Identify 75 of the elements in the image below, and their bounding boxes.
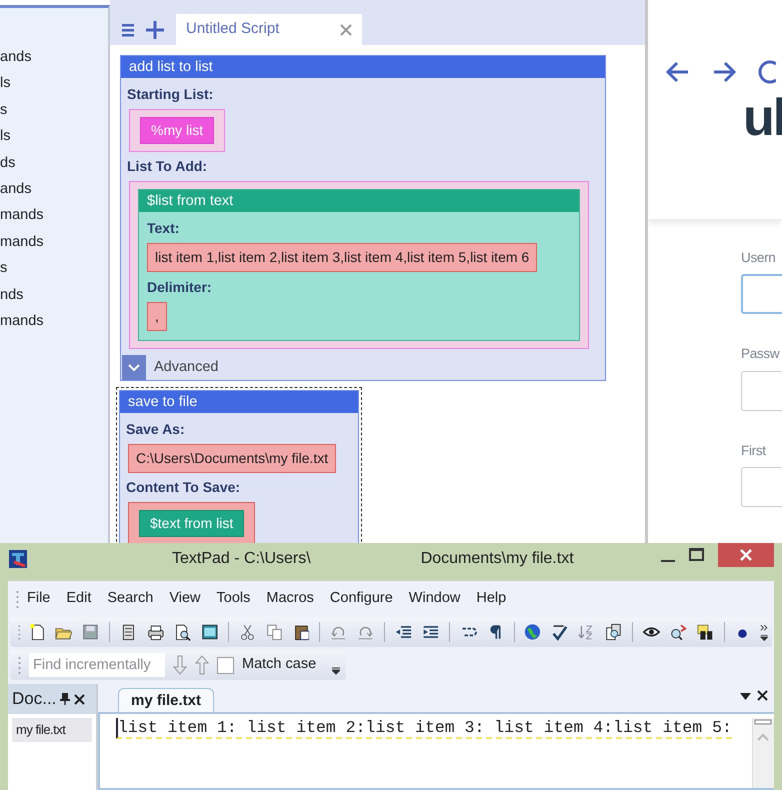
block-header: add list to list bbox=[121, 56, 605, 78]
menu-item[interactable]: Edit bbox=[58, 588, 100, 610]
file-tab[interactable]: my file.txt bbox=[118, 688, 214, 712]
checkbox-label[interactable]: Match case bbox=[242, 654, 316, 676]
sidebar-item[interactable]: ls bbox=[0, 70, 108, 97]
menu-item[interactable]: Search bbox=[99, 588, 162, 610]
block-header: $list from text bbox=[139, 190, 579, 212]
menu-item[interactable]: Macros bbox=[258, 588, 322, 610]
window-title: TextPad - C:\Users\ bbox=[172, 549, 311, 569]
sidebar-item[interactable]: nds bbox=[0, 282, 108, 308]
block-header: save to file bbox=[120, 391, 358, 413]
spellcheck-icon[interactable] bbox=[551, 622, 568, 642]
parameter-label: Save As: bbox=[126, 420, 186, 439]
sidebar-item[interactable]: mands bbox=[0, 228, 108, 256]
sidebar-item[interactable]: mands bbox=[0, 308, 108, 334]
sidebar-item[interactable]: s bbox=[0, 255, 108, 282]
document-item[interactable]: my file.txt bbox=[12, 718, 92, 742]
menu-item[interactable]: Help bbox=[468, 588, 514, 610]
panel-title: Doc... bbox=[12, 688, 56, 710]
sidebar-item[interactable]: ands bbox=[0, 176, 108, 202]
field-label: First bbox=[741, 442, 767, 460]
menu-item[interactable]: Tools bbox=[208, 588, 258, 610]
command-block[interactable]: save to file Save As: C:\Users\Documents\my file.txt Content To Save: $text from list bbox=[119, 390, 359, 543]
expand-button[interactable] bbox=[122, 355, 146, 380]
menu-icon[interactable] bbox=[122, 22, 134, 36]
compare-icon[interactable] bbox=[605, 622, 622, 642]
script-tab[interactable]: Untitled Script bbox=[176, 14, 362, 45]
sidebar-item[interactable]: ls bbox=[0, 123, 108, 150]
replace-icon[interactable] bbox=[670, 622, 687, 642]
parameter-label: Content To Save: bbox=[126, 478, 242, 497]
logo: ul bbox=[743, 92, 782, 144]
scissors-icon[interactable] bbox=[238, 622, 256, 642]
refresh-icon[interactable] bbox=[758, 60, 776, 84]
back-arrow-icon[interactable] bbox=[666, 61, 690, 83]
parameter-label: List To Add: bbox=[127, 157, 208, 176]
text-field[interactable]: list item 1,list item 2,list item 3,list item 4,list item 5,list item 6 bbox=[147, 243, 538, 272]
search-field[interactable]: Find incrementally bbox=[29, 653, 165, 677]
sidebar-item[interactable]: ands bbox=[0, 44, 108, 70]
new-file-icon[interactable] bbox=[28, 622, 46, 642]
window-icon[interactable] bbox=[200, 622, 218, 642]
pin-icon[interactable] bbox=[60, 692, 70, 706]
command-block[interactable]: add list to list Starting List: %my list List To Add: $list from text Text: list item 1,list item 2,list item 3,list item 4,list item 5,list item 6 Delimiter: , Advanced bbox=[120, 55, 606, 381]
close-icon bbox=[740, 549, 752, 561]
copy-icon[interactable] bbox=[266, 622, 283, 642]
binoculars-icon[interactable] bbox=[696, 622, 714, 642]
field-label: Usern bbox=[741, 249, 777, 267]
text-line: list item 1: list item 2:list item 3: list item 4:list item 5: bbox=[116, 718, 732, 739]
window-title: Documents\my file.txt bbox=[420, 549, 574, 569]
close-icon[interactable] bbox=[74, 694, 86, 704]
forward-arrow-icon[interactable] bbox=[712, 61, 736, 83]
sidebar-item[interactable]: ds bbox=[0, 150, 108, 176]
parameter-label: Starting List: bbox=[127, 85, 214, 104]
menu-item[interactable]: File bbox=[19, 588, 58, 610]
field-label: Passw bbox=[741, 345, 780, 364]
close-button[interactable] bbox=[718, 543, 774, 567]
print-preview-icon[interactable] bbox=[174, 622, 191, 642]
menu-item[interactable]: Configure bbox=[322, 588, 401, 610]
sidebar-item[interactable]: s bbox=[0, 96, 108, 124]
dropdown-icon[interactable] bbox=[740, 690, 751, 702]
grip-icon bbox=[16, 589, 19, 609]
add-icon[interactable] bbox=[146, 20, 164, 38]
text-field[interactable]: C:\Users\Documents\my file.txt bbox=[128, 444, 336, 473]
text-field[interactable]: , bbox=[147, 302, 167, 331]
advanced-label[interactable]: Advanced bbox=[154, 356, 218, 378]
app-icon bbox=[8, 549, 28, 569]
sidebar-item[interactable]: mands bbox=[0, 202, 108, 229]
menu-item[interactable]: Window bbox=[400, 588, 468, 610]
grip-icon bbox=[18, 655, 21, 675]
chevron-down-icon bbox=[128, 364, 140, 372]
menu-item[interactable]: View bbox=[161, 588, 208, 610]
parameter-label: Delimiter: bbox=[147, 278, 213, 297]
globe-icon[interactable] bbox=[524, 622, 542, 642]
checkbox[interactable] bbox=[217, 656, 234, 674]
close-icon[interactable] bbox=[757, 690, 768, 701]
parameter-label: Text: bbox=[147, 219, 180, 238]
